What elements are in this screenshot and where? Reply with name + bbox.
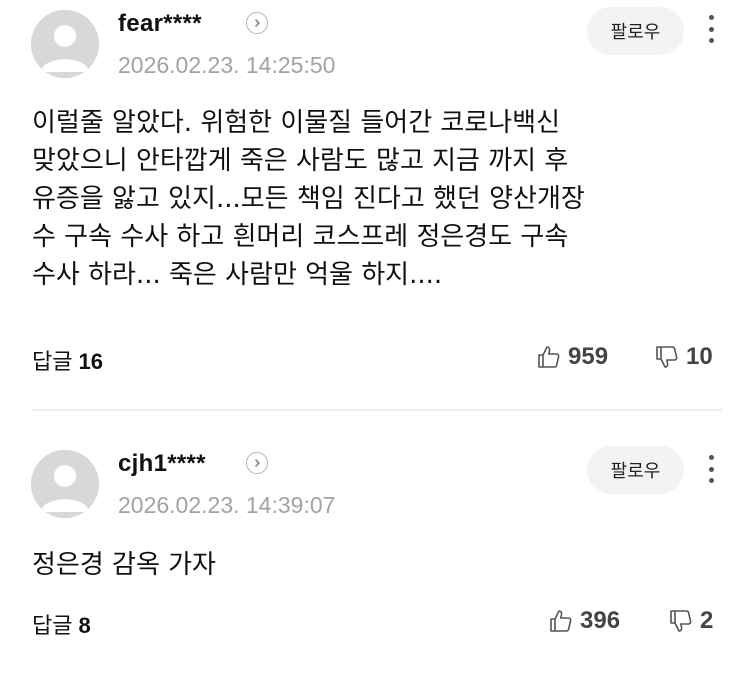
thumbs-up-icon — [550, 610, 572, 632]
chevron-right-icon[interactable] — [246, 452, 268, 474]
thumbs-up-icon — [538, 346, 560, 368]
comment-body: 정은경 감옥 가자 — [32, 550, 216, 580]
reply-label: 답글 — [32, 614, 73, 639]
avatar[interactable] — [31, 10, 99, 78]
thumbs-down-icon — [656, 346, 678, 368]
nickname[interactable]: fear**** — [118, 10, 202, 38]
reply-button[interactable]: 답글 16 — [32, 344, 103, 376]
nickname[interactable]: cjh1**** — [118, 450, 206, 478]
more-vertical-icon[interactable] — [702, 451, 720, 487]
follow-button[interactable]: 팔로우 — [587, 7, 684, 55]
like-count: 959 — [568, 343, 609, 370]
comment-date: 2026.02.23. 14:25:50 — [118, 52, 336, 78]
thumbs-down-icon — [670, 610, 692, 632]
like-button[interactable]: 959 — [536, 343, 608, 371]
comment-body: 이럴줄 알았다. 위험한 이물질 들어간 코로나백신 맞았으니 안타깝게 죽은 … — [32, 108, 585, 290]
chevron-right-icon[interactable] — [246, 12, 268, 34]
dislike-button[interactable]: 10 — [654, 343, 713, 371]
reply-button[interactable]: 답글 8 — [32, 608, 91, 640]
reply-count: 16 — [78, 349, 103, 374]
reply-label: 답글 — [32, 350, 73, 375]
divider — [32, 409, 722, 411]
dislike-button[interactable]: 2 — [668, 607, 713, 635]
follow-button[interactable]: 팔로우 — [587, 446, 684, 494]
dislike-count: 2 — [700, 607, 714, 634]
dislike-count: 10 — [686, 343, 713, 370]
avatar[interactable] — [31, 450, 99, 518]
like-button[interactable]: 396 — [548, 607, 620, 635]
more-vertical-icon[interactable] — [702, 11, 720, 47]
like-count: 396 — [580, 607, 621, 634]
default-avatar-icon — [31, 450, 99, 518]
comment-date: 2026.02.23. 14:39:07 — [118, 492, 336, 518]
reply-count: 8 — [78, 613, 91, 638]
default-avatar-icon — [31, 10, 99, 78]
